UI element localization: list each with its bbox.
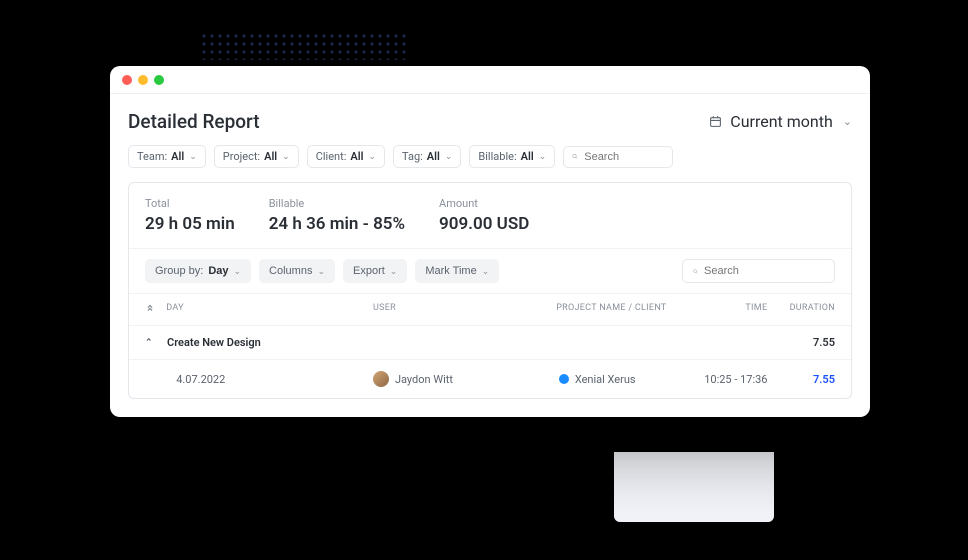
col-header-time[interactable]: TIME — [677, 303, 768, 316]
col-header-day[interactable]: DAY — [166, 303, 373, 316]
calendar-icon — [709, 115, 722, 128]
titlebar — [110, 66, 870, 94]
table-row[interactable]: 4.07.2022 Jaydon Witt Xenial Xerus 10:25… — [129, 360, 851, 398]
col-header-project[interactable]: PROJECT NAME / CLIENT — [539, 303, 677, 316]
group-task-name: Create New Design — [167, 336, 765, 349]
filter-project[interactable]: Project: All ⌄ — [214, 145, 299, 168]
chevron-down-icon: ⌄ — [390, 266, 398, 277]
table-group-row[interactable]: ⌃ Create New Design 7.55 — [129, 326, 851, 360]
decorative-dots — [200, 32, 410, 60]
minimize-icon[interactable] — [138, 75, 148, 85]
mark-time-button[interactable]: Mark Time ⌄ — [415, 259, 499, 283]
table-toolbar: Group by: Day ⌄ Columns ⌄ Export ⌄ Mark … — [129, 249, 851, 294]
page-title: Detailed Report — [128, 110, 260, 133]
filter-team[interactable]: Team: All ⌄ — [128, 145, 206, 168]
filter-bar: Team: All ⌄ Project: All ⌄ Client: All ⌄… — [110, 145, 870, 182]
cell-project: Xenial Xerus — [539, 373, 677, 386]
app-window: Detailed Report Current month ⌄ Team: Al… — [110, 66, 870, 417]
chevron-down-icon: ⌄ — [539, 152, 547, 162]
search-icon — [572, 151, 578, 162]
avatar — [373, 371, 389, 387]
page-header: Detailed Report Current month ⌄ — [110, 94, 870, 145]
chevron-down-icon: ⌄ — [189, 152, 197, 162]
chevron-down-icon: ⌄ — [282, 152, 290, 162]
group-duration: 7.55 — [765, 336, 835, 349]
report-card: Total 29 h 05 min Billable 24 h 36 min -… — [128, 182, 852, 399]
filter-client[interactable]: Client: All ⌄ — [307, 145, 385, 168]
chevron-down-icon: ⌄ — [234, 266, 242, 277]
chevron-down-icon: ⌄ — [317, 266, 325, 277]
export-button[interactable]: Export ⌄ — [343, 259, 407, 283]
col-header-duration[interactable]: DURATION — [767, 303, 835, 316]
chevron-down-icon: ⌄ — [843, 115, 852, 128]
date-range-picker[interactable]: Current month ⌄ — [709, 112, 852, 131]
summary-row: Total 29 h 05 min Billable 24 h 36 min -… — [129, 183, 851, 249]
summary-total: Total 29 h 05 min — [145, 197, 235, 234]
decorative-shape — [614, 452, 774, 522]
columns-button[interactable]: Columns ⌄ — [259, 259, 335, 283]
cell-date: 4.07.2022 — [166, 373, 373, 386]
maximize-icon[interactable] — [154, 75, 164, 85]
table-search-box[interactable] — [682, 259, 835, 283]
filter-search-box[interactable] — [563, 146, 673, 168]
summary-amount: Amount 909.00 USD — [439, 197, 529, 234]
cell-time: 10:25 - 17:36 — [677, 373, 768, 386]
project-color-dot — [559, 374, 569, 384]
collapse-icon[interactable]: ⌃ — [145, 338, 167, 348]
filter-search-input[interactable] — [584, 151, 664, 163]
table-header: DAY USER PROJECT NAME / CLIENT TIME DURA… — [129, 294, 851, 326]
expand-all-icon[interactable] — [145, 303, 166, 316]
chevron-down-icon: ⌄ — [368, 152, 376, 162]
search-icon — [693, 266, 698, 277]
chevron-down-icon: ⌄ — [482, 266, 490, 277]
summary-billable: Billable 24 h 36 min - 85% — [269, 197, 405, 234]
table-search-input[interactable] — [704, 265, 824, 277]
col-header-user[interactable]: USER — [373, 303, 539, 316]
cell-duration: 7.55 — [768, 373, 836, 386]
close-icon[interactable] — [122, 75, 132, 85]
filter-tag[interactable]: Tag: All ⌄ — [393, 145, 461, 168]
cell-user: Jaydon Witt — [373, 371, 539, 387]
group-by-button[interactable]: Group by: Day ⌄ — [145, 259, 251, 283]
filter-billable[interactable]: Billable: All ⌄ — [469, 145, 555, 168]
chevron-down-icon: ⌄ — [445, 152, 453, 162]
date-range-label: Current month — [730, 112, 833, 131]
